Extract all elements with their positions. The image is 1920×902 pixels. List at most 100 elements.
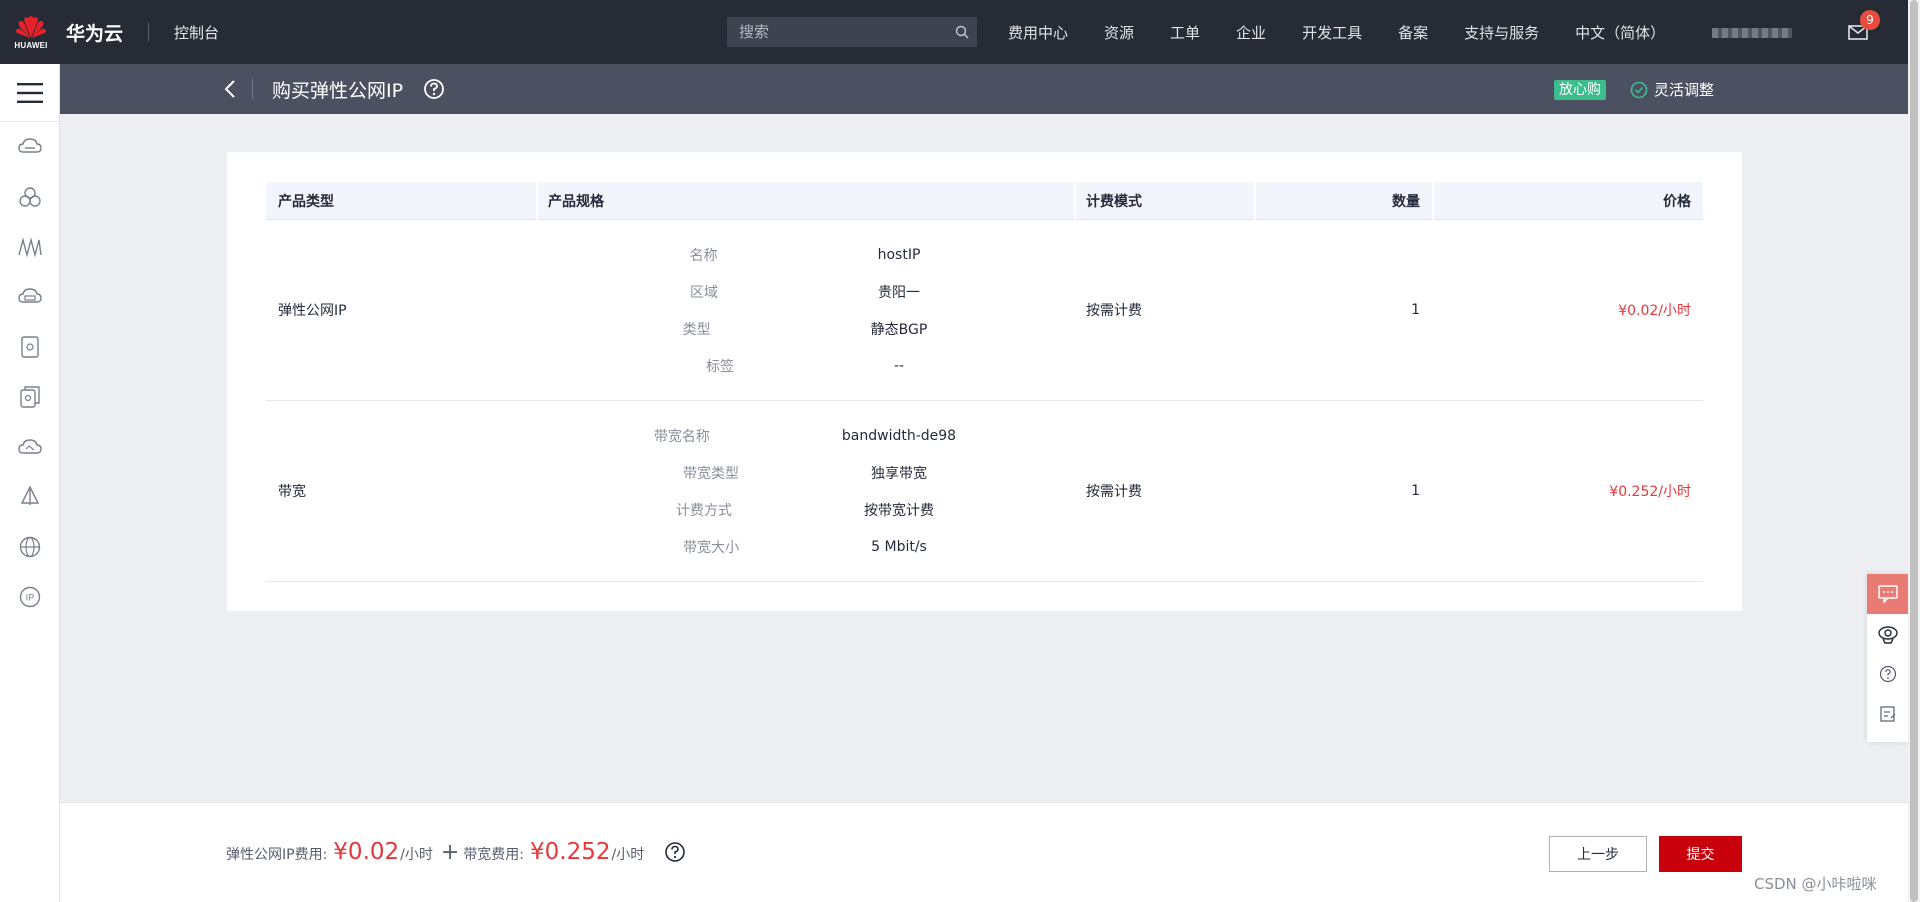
nav-resources[interactable]: 资源	[1104, 22, 1134, 43]
menu-icon[interactable]	[0, 64, 59, 122]
bw-fee-amount: ¥0.252	[530, 839, 611, 865]
spec-row: 名称 hostIP	[690, 236, 921, 273]
bottom-bar: 弹性公网IP费用: ¥0.02 /小时 + 带宽费用: ¥0.252 /小时 上…	[60, 802, 1908, 902]
search-icon[interactable]	[947, 25, 977, 39]
order-table: 产品类型 产品规格 计费模式 数量 价格 弹性公网IP 名称 hostIP 区域 贵…	[266, 181, 1703, 582]
spec-value: bandwidth-de98	[841, 427, 957, 444]
check-circle-icon	[1630, 81, 1648, 98]
database-icon[interactable]	[0, 322, 60, 372]
spec-value: 静态BGP	[870, 321, 928, 338]
spec-key: 带宽类型	[683, 465, 739, 482]
quantity: 1	[1411, 483, 1420, 499]
spec-row: 类型 静态BGP	[683, 310, 928, 347]
spec-row: 区域 贵阳一	[690, 273, 920, 310]
logo-text: HUAWEI	[14, 40, 48, 50]
eip-fee-unit: /小时	[400, 847, 433, 863]
brand-name[interactable]: 华为云	[66, 19, 123, 46]
spec-row: 带宽名称 bandwidth-de98	[654, 417, 956, 454]
cluster-icon[interactable]	[0, 172, 60, 222]
product-specs: 名称 hostIP 区域 贵阳一 类型 静态BGP 标签 --	[536, 220, 1074, 400]
spec-key: 带宽名称	[653, 428, 710, 445]
spec-row: 标签 --	[706, 347, 904, 384]
spec-key: 带宽大小	[683, 539, 740, 556]
top-nav: 费用中心 资源 工单 企业 开发工具 备案 支持与服务 中文（简体）	[1008, 0, 1701, 64]
billing-mode: 按需计费	[1086, 484, 1142, 500]
spec-key: 区域	[690, 284, 718, 301]
spec-value: 独享带宽	[871, 465, 927, 482]
spec-key: 标签	[705, 358, 734, 375]
top-bar: HUAWEI 华为云 控制台 费用中心 资源 工单 企业 开发工具 备案 支持与…	[0, 0, 1920, 64]
huawei-logo[interactable]: HUAWEI	[0, 0, 62, 64]
search-box[interactable]	[727, 17, 977, 47]
ip-icon[interactable]: IP	[0, 572, 60, 622]
backup-icon[interactable]	[0, 372, 60, 422]
header-product-spec: 产品规格	[536, 181, 1074, 220]
spec-value: hostIP	[877, 246, 921, 263]
svg-text:IP: IP	[26, 593, 35, 603]
nav-enterprise[interactable]: 企业	[1236, 22, 1266, 43]
header-quantity: 数量	[1254, 181, 1432, 220]
product-specs: 带宽名称 bandwidth-de98 带宽类型 独享带宽 计费方式 按带宽计费 带宽…	[536, 401, 1074, 581]
back-arrow-icon[interactable]	[220, 78, 242, 100]
globe-icon[interactable]	[0, 522, 60, 572]
reassure-badge: 放心购	[1554, 80, 1606, 100]
cloud-server-icon[interactable]	[0, 122, 60, 172]
spec-value: --	[893, 357, 905, 374]
quantity: 1	[1411, 302, 1420, 318]
nav-dev-tools[interactable]: 开发工具	[1302, 22, 1362, 43]
feedback-icon[interactable]	[1867, 694, 1908, 734]
bw-fee-label: 带宽费用:	[463, 847, 525, 863]
cdn-icon[interactable]	[0, 472, 60, 522]
chat-icon[interactable]	[1867, 574, 1908, 614]
submit-button[interactable]: 提交	[1659, 836, 1742, 872]
spec-key: 类型	[682, 321, 711, 338]
left-rail: IP	[0, 64, 60, 902]
nav-billing-center[interactable]: 费用中心	[1008, 22, 1068, 43]
floating-toolbar	[1867, 574, 1908, 742]
spec-value: 贵阳一	[878, 284, 920, 301]
help-icon[interactable]	[423, 78, 445, 100]
network-icon[interactable]	[0, 222, 60, 272]
bw-fee-unit: /小时	[611, 847, 645, 863]
eip-fee-label: 弹性公网IP费用:	[226, 847, 328, 863]
scrollbar-thumb[interactable]	[1910, 0, 1918, 902]
console-link[interactable]: 控制台	[174, 22, 219, 43]
spec-value: 5 Mbit/s	[871, 538, 927, 555]
header-price: 价格	[1432, 181, 1703, 220]
fee-help-icon[interactable]	[664, 841, 686, 863]
eip-fee-amount: ¥0.02	[333, 839, 400, 865]
product-type: 弹性公网IP	[278, 303, 347, 319]
nav-language[interactable]: 中文（简体）	[1575, 22, 1665, 43]
username-blurred[interactable]	[1712, 28, 1792, 38]
flex-adjust-text: 灵活调整	[1654, 81, 1715, 99]
product-type: 带宽	[278, 484, 306, 500]
customer-service-icon[interactable]	[1867, 614, 1908, 654]
previous-step-button[interactable]: 上一步	[1549, 836, 1647, 872]
cloud-icon[interactable]	[0, 422, 60, 472]
storage-icon[interactable]	[0, 272, 60, 322]
spec-row: 带宽大小 5 Mbit/s	[683, 528, 927, 565]
divider	[252, 79, 253, 99]
table-header: 产品类型 产品规格 计费模式 数量 价格	[266, 181, 1703, 220]
fee-summary: 弹性公网IP费用: ¥0.02 /小时 + 带宽费用: ¥0.252 /小时	[226, 839, 648, 865]
nav-support[interactable]: 支持与服务	[1464, 22, 1539, 43]
header-billing-mode: 计费模式	[1074, 181, 1254, 220]
page-header: 购买弹性公网IP 放心购 灵活调整	[60, 64, 1908, 114]
watermark: CSDN @小咔啦咪	[1754, 875, 1877, 893]
header-product-type: 产品类型	[278, 193, 334, 210]
table-row: 带宽 带宽名称 bandwidth-de98 带宽类型 独享带宽 计费方式 按带宽计费…	[266, 401, 1703, 582]
price: ¥0.02/小时	[1618, 303, 1691, 319]
spec-value: 按带宽计费	[864, 502, 934, 519]
nav-tickets[interactable]: 工单	[1170, 22, 1200, 43]
mail-badge: 9	[1860, 10, 1880, 30]
help-icon[interactable]	[1867, 654, 1908, 694]
spec-row: 计费方式 按带宽计费	[676, 491, 934, 528]
plus-sign: +	[440, 840, 460, 865]
flex-adjust-label: 灵活调整	[1630, 79, 1714, 100]
page-title: 购买弹性公网IP	[272, 80, 404, 102]
nav-filing[interactable]: 备案	[1398, 22, 1428, 43]
price: ¥0.252/小时	[1609, 484, 1691, 500]
spec-row: 带宽类型 独享带宽	[683, 454, 927, 491]
huawei-flower-icon	[16, 15, 46, 38]
search-input[interactable]	[727, 23, 947, 41]
